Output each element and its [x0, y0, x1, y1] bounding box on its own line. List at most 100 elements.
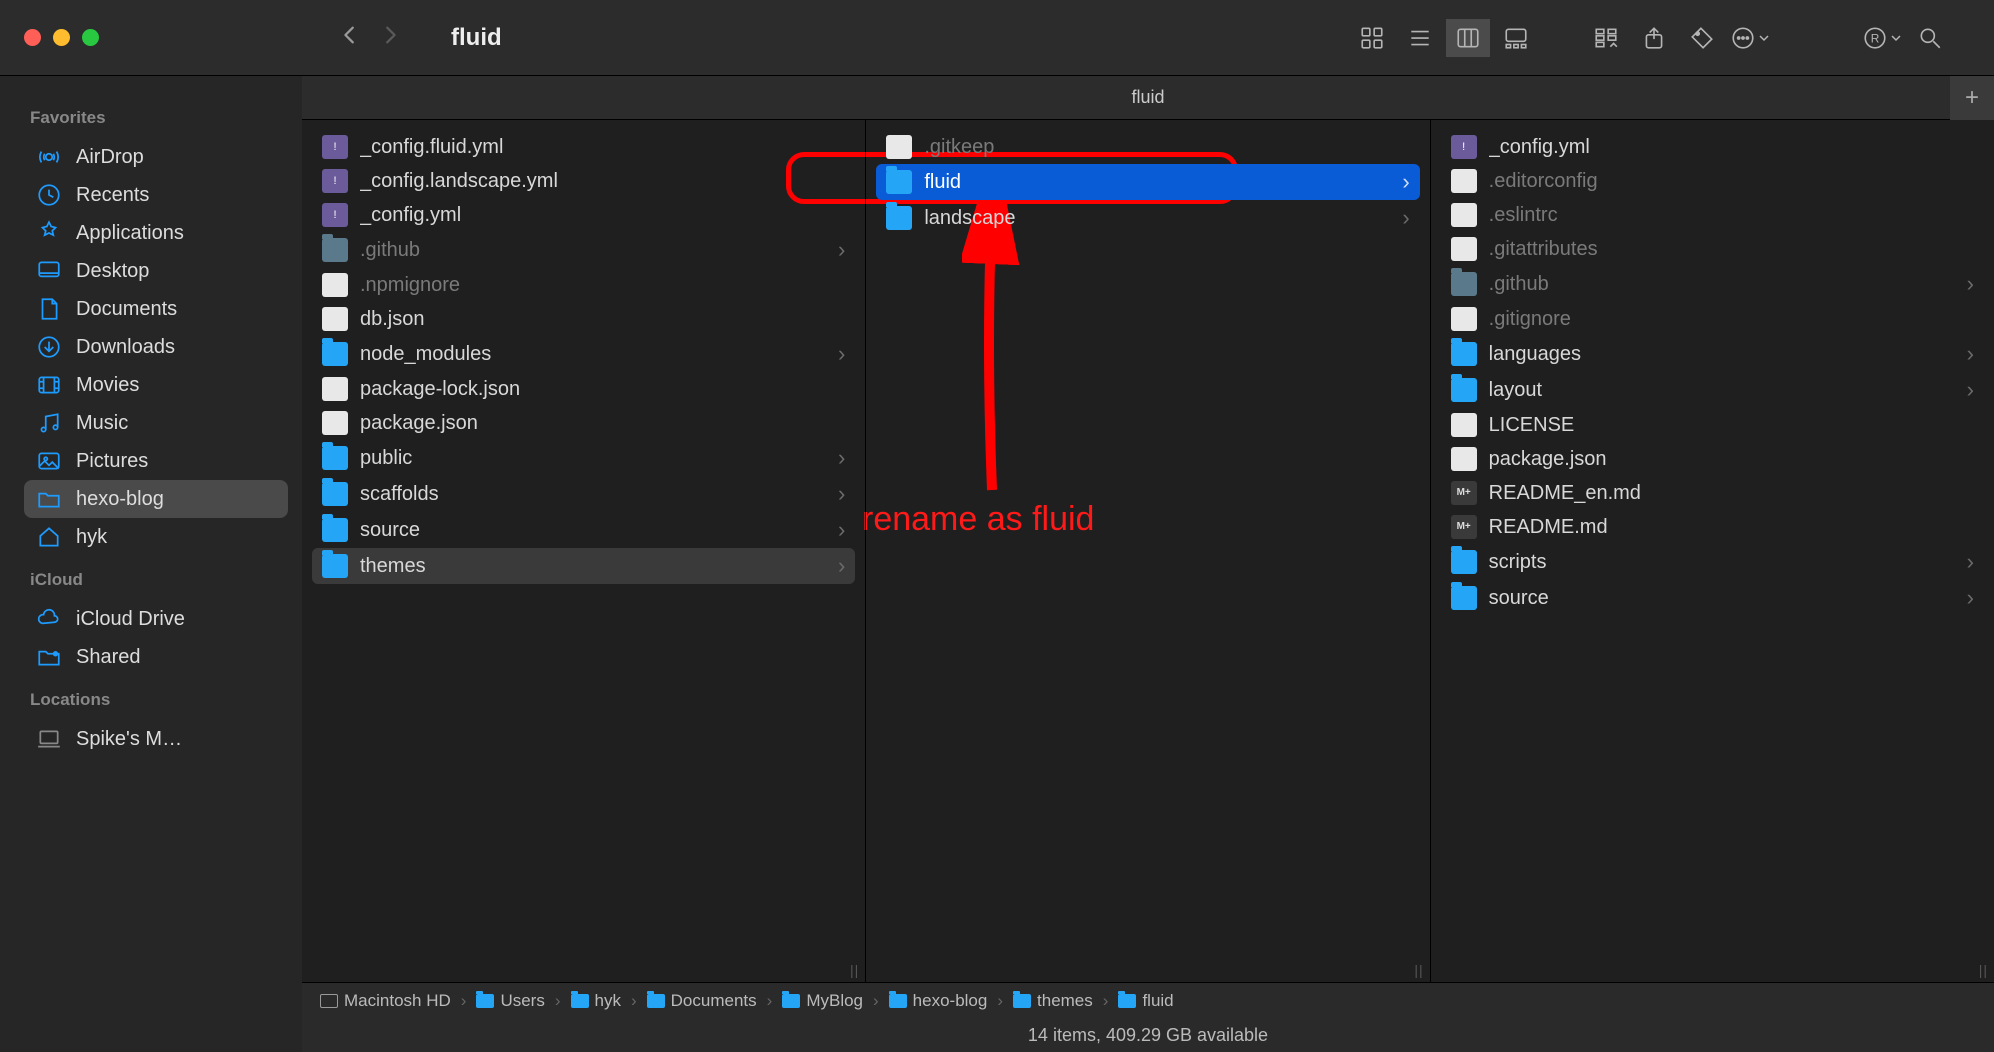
file-row[interactable]: !_config.fluid.yml — [312, 130, 855, 164]
file-row[interactable]: layout› — [1441, 372, 1984, 408]
sidebar-item-icloud-drive[interactable]: iCloud Drive — [24, 600, 288, 638]
breadcrumb-item[interactable]: Macintosh HD — [320, 991, 451, 1011]
file-row[interactable]: .npmignore — [312, 268, 855, 302]
file-row[interactable]: package.json — [1441, 442, 1984, 476]
sidebar-item-spike-s-m-[interactable]: Spike's M… — [24, 720, 288, 758]
file-row[interactable]: scripts› — [1441, 544, 1984, 580]
file-icon — [322, 377, 348, 401]
sidebar-item-desktop[interactable]: Desktop — [24, 252, 288, 290]
clock-icon — [36, 182, 62, 208]
file-row[interactable]: source› — [1441, 580, 1984, 616]
file-row[interactable]: landscape› — [876, 200, 1419, 236]
sidebar-item-label: Desktop — [76, 260, 149, 283]
back-button[interactable] — [339, 19, 361, 56]
breadcrumb-separator: › — [1103, 991, 1109, 1011]
view-mode-segmented — [1350, 19, 1538, 57]
file-name-label: scripts — [1489, 551, 1955, 574]
file-icon — [1451, 447, 1477, 471]
breadcrumb-item[interactable]: Documents — [647, 991, 757, 1011]
file-row[interactable]: .github› — [1441, 266, 1984, 302]
breadcrumb-item[interactable]: Users — [476, 991, 544, 1011]
share-button[interactable] — [1632, 19, 1676, 57]
file-row[interactable]: source› — [312, 512, 855, 548]
column-resize-handle[interactable]: || — [850, 962, 859, 978]
file-row[interactable]: package-lock.json — [312, 372, 855, 406]
user-button[interactable]: R — [1860, 19, 1904, 57]
more-actions-button[interactable] — [1728, 19, 1772, 57]
file-row[interactable]: M+README.md — [1441, 510, 1984, 544]
search-button[interactable] — [1908, 19, 1952, 57]
file-row[interactable]: node_modules› — [312, 336, 855, 372]
download-icon — [36, 334, 62, 360]
folder-icon — [571, 994, 589, 1008]
sidebar-item-shared[interactable]: Shared — [24, 638, 288, 676]
list-view-button[interactable] — [1398, 19, 1442, 57]
sidebar-item-movies[interactable]: Movies — [24, 366, 288, 404]
column-resize-handle[interactable]: || — [1979, 962, 1988, 978]
group-by-button[interactable] — [1584, 19, 1628, 57]
breadcrumb-item[interactable]: fluid — [1118, 991, 1173, 1011]
sidebar-item-downloads[interactable]: Downloads — [24, 328, 288, 366]
sidebar-item-pictures[interactable]: Pictures — [24, 442, 288, 480]
close-window-button[interactable] — [24, 29, 41, 46]
file-row[interactable]: .editorconfig — [1441, 164, 1984, 198]
file-icon — [1451, 169, 1477, 193]
icon-view-button[interactable] — [1350, 19, 1394, 57]
breadcrumb-item[interactable]: hexo-blog — [889, 991, 988, 1011]
file-row[interactable]: themes› — [312, 548, 855, 584]
file-row[interactable]: M+README_en.md — [1441, 476, 1984, 510]
sidebar-item-airdrop[interactable]: AirDrop — [24, 138, 288, 176]
new-tab-button[interactable]: + — [1950, 76, 1994, 120]
file-name-label: db.json — [360, 308, 845, 331]
sidebar-item-recents[interactable]: Recents — [24, 176, 288, 214]
minimize-window-button[interactable] — [53, 29, 70, 46]
file-icon — [322, 273, 348, 297]
breadcrumb-item[interactable]: MyBlog — [782, 991, 863, 1011]
sidebar-item-music[interactable]: Music — [24, 404, 288, 442]
file-icon — [322, 307, 348, 331]
folder-icon — [322, 482, 348, 506]
file-row[interactable]: !_config.yml — [1441, 130, 1984, 164]
sidebar-item-documents[interactable]: Documents — [24, 290, 288, 328]
sidebar-item-hexo-blog[interactable]: hexo-blog — [24, 480, 288, 518]
sidebar-item-label: Pictures — [76, 450, 148, 473]
file-row[interactable]: fluid› — [876, 164, 1419, 200]
chevron-right-icon: › — [838, 553, 845, 579]
file-name-label: .gitattributes — [1489, 238, 1974, 261]
breadcrumb-item[interactable]: themes — [1013, 991, 1093, 1011]
sidebar-item-label: Documents — [76, 298, 177, 321]
folder-icon — [647, 994, 665, 1008]
file-row[interactable]: .gitignore — [1441, 302, 1984, 336]
file-row[interactable]: LICENSE — [1441, 408, 1984, 442]
file-row[interactable]: languages› — [1441, 336, 1984, 372]
folder-icon — [1451, 550, 1477, 574]
sidebar-item-applications[interactable]: Applications — [24, 214, 288, 252]
file-row[interactable]: package.json — [312, 406, 855, 440]
chevron-right-icon: › — [1402, 169, 1409, 195]
column-resize-handle[interactable]: || — [1414, 962, 1423, 978]
file-name-label: layout — [1489, 379, 1955, 402]
breadcrumb-separator: › — [555, 991, 561, 1011]
tab-title[interactable]: fluid — [1131, 87, 1164, 108]
file-row[interactable]: .github› — [312, 232, 855, 268]
file-row[interactable]: public› — [312, 440, 855, 476]
gallery-view-button[interactable] — [1494, 19, 1538, 57]
file-row[interactable]: .gitattributes — [1441, 232, 1984, 266]
column-view-button[interactable] — [1446, 19, 1490, 57]
breadcrumb-separator: › — [767, 991, 773, 1011]
file-row[interactable]: !_config.landscape.yml — [312, 164, 855, 198]
breadcrumb-label: Users — [500, 991, 544, 1011]
tags-button[interactable] — [1680, 19, 1724, 57]
file-icon: ! — [322, 203, 348, 227]
forward-button[interactable] — [379, 19, 401, 56]
file-row[interactable]: scaffolds› — [312, 476, 855, 512]
fullscreen-window-button[interactable] — [82, 29, 99, 46]
breadcrumb-item[interactable]: hyk — [571, 991, 621, 1011]
sidebar-item-hyk[interactable]: hyk — [24, 518, 288, 556]
file-row[interactable]: !_config.yml — [312, 198, 855, 232]
folder-icon — [36, 486, 62, 512]
file-row[interactable]: .gitkeep — [876, 130, 1419, 164]
file-row[interactable]: db.json — [312, 302, 855, 336]
folder-icon — [1118, 994, 1136, 1008]
file-row[interactable]: .eslintrc — [1441, 198, 1984, 232]
